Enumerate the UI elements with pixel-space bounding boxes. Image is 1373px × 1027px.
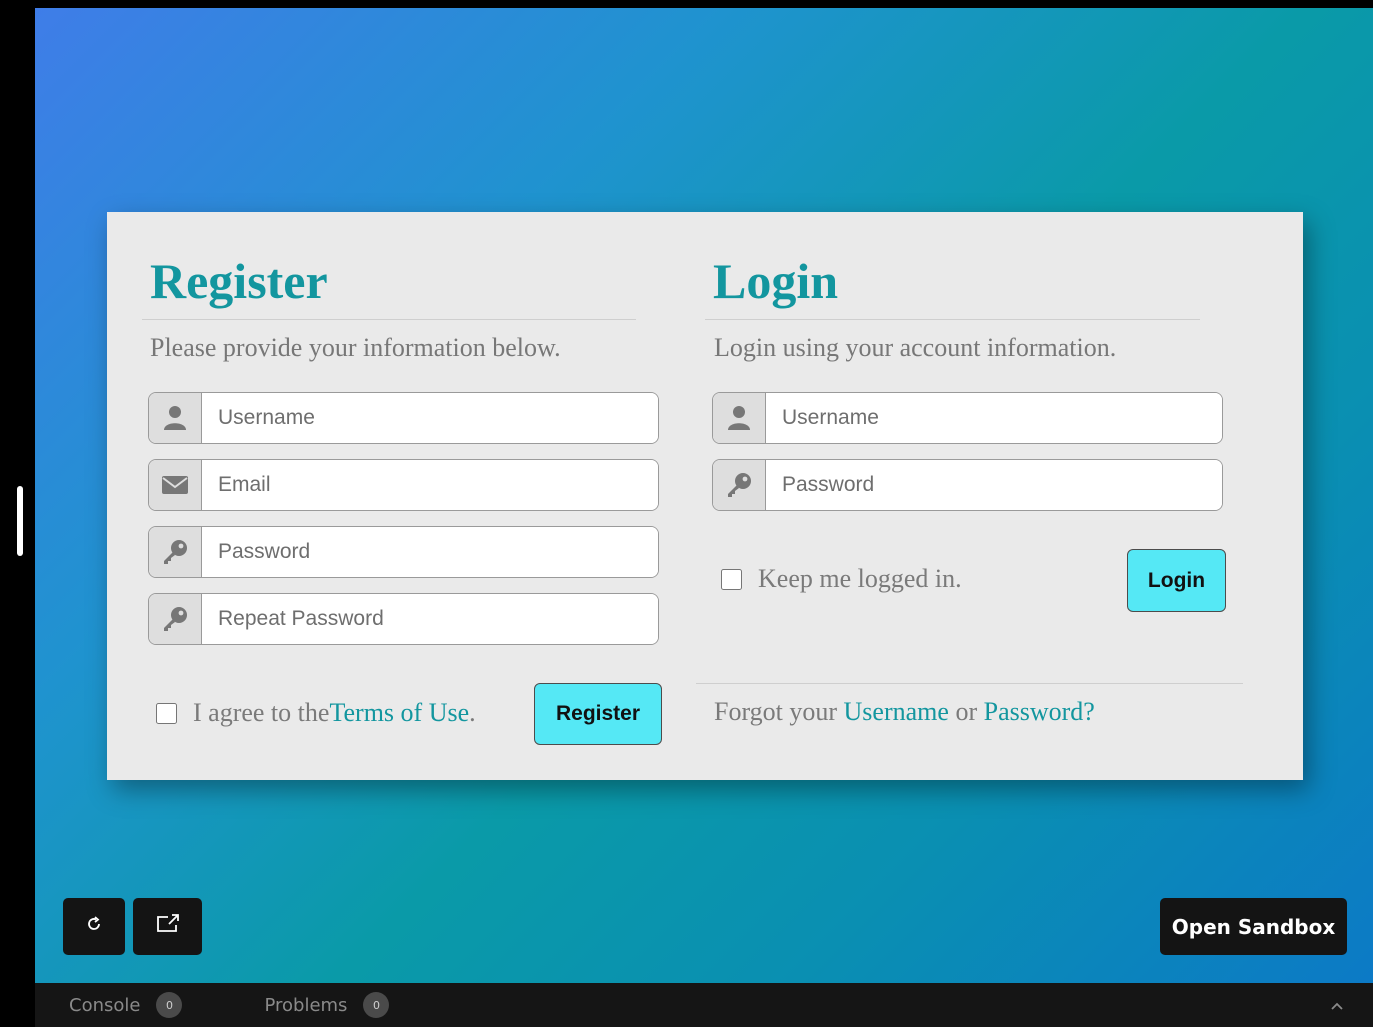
envelope-icon bbox=[149, 460, 202, 510]
key-icon bbox=[713, 460, 766, 510]
open-new-window-button[interactable] bbox=[133, 898, 202, 955]
register-subtitle: Please provide your information below. bbox=[150, 333, 561, 362]
terms-of-use-link[interactable]: Terms of Use bbox=[329, 698, 469, 728]
register-divider bbox=[142, 319, 636, 320]
register-repeat-password-input[interactable] bbox=[202, 594, 658, 644]
login-password-input[interactable] bbox=[766, 460, 1222, 510]
open-sandbox-button[interactable]: Open Sandbox bbox=[1160, 898, 1347, 955]
login-title: Login bbox=[713, 253, 839, 309]
register-email-field bbox=[148, 459, 659, 511]
forgot-password-link[interactable]: Password? bbox=[984, 697, 1095, 726]
register-password-input[interactable] bbox=[202, 527, 658, 577]
user-icon bbox=[713, 393, 766, 443]
console-count-badge: 0 bbox=[156, 992, 183, 1018]
login-divider bbox=[705, 319, 1200, 320]
register-username-field bbox=[148, 392, 659, 444]
left-rail bbox=[0, 0, 35, 1027]
problems-tab-label: Problems bbox=[264, 994, 348, 1016]
problems-count-badge: 0 bbox=[363, 992, 390, 1018]
login-subtitle: Login using your account information. bbox=[714, 333, 1117, 362]
register-username-input[interactable] bbox=[202, 393, 658, 443]
user-icon bbox=[149, 393, 202, 443]
forgot-or: or bbox=[948, 697, 984, 726]
key-icon bbox=[149, 594, 202, 644]
forgot-divider bbox=[696, 683, 1243, 684]
login-password-field bbox=[712, 459, 1223, 511]
agree-terms-suffix: . bbox=[469, 698, 476, 727]
register-button[interactable]: Register bbox=[534, 683, 662, 745]
external-link-icon bbox=[155, 914, 181, 939]
login-username-input[interactable] bbox=[766, 393, 1222, 443]
agree-terms-row: I agree to the Terms of Use . bbox=[156, 698, 476, 728]
preview-area: Register Please provide your information… bbox=[35, 8, 1373, 983]
keep-logged-in-row: Keep me logged in. bbox=[721, 564, 962, 594]
chevron-up-icon[interactable] bbox=[1331, 997, 1343, 1015]
refresh-icon bbox=[85, 915, 103, 938]
forgot-credentials: Forgot your Username or Password? bbox=[714, 697, 1095, 727]
register-title: Register bbox=[150, 253, 328, 309]
key-icon bbox=[149, 527, 202, 577]
top-frame bbox=[0, 0, 1373, 8]
login-username-field bbox=[712, 392, 1223, 444]
register-email-input[interactable] bbox=[202, 460, 658, 510]
keep-logged-in-label: Keep me logged in. bbox=[758, 564, 962, 593]
console-tab-label: Console bbox=[69, 994, 141, 1016]
console-tab[interactable]: Console 0 bbox=[69, 992, 183, 1018]
forgot-username-link[interactable]: Username bbox=[844, 697, 949, 726]
resize-handle[interactable] bbox=[17, 486, 23, 556]
keep-logged-in-checkbox[interactable] bbox=[721, 568, 742, 590]
register-password-field bbox=[148, 526, 659, 578]
auth-card: Register Please provide your information… bbox=[107, 212, 1303, 780]
forgot-prefix: Forgot your bbox=[714, 697, 844, 726]
login-button[interactable]: Login bbox=[1127, 549, 1226, 612]
agree-terms-checkbox[interactable] bbox=[156, 702, 177, 724]
refresh-button[interactable] bbox=[63, 898, 125, 955]
agree-terms-label: I agree to the bbox=[193, 698, 330, 727]
console-bar: Console 0 Problems 0 bbox=[35, 983, 1373, 1027]
register-repeat-password-field bbox=[148, 593, 659, 645]
problems-tab[interactable]: Problems 0 bbox=[264, 992, 390, 1018]
